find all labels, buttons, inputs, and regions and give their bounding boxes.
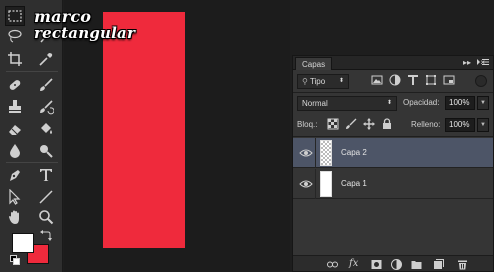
lock-pixels-icon[interactable] [345, 118, 357, 130]
eye-icon[interactable] [299, 179, 313, 189]
layers-panel-header: Capas ▸▸ × [293, 56, 493, 70]
foreground-color-swatch[interactable] [12, 233, 34, 253]
filter-pixel-icon[interactable] [371, 74, 383, 86]
blend-mode-value: Normal [302, 99, 328, 108]
swap-colors-icon[interactable] [40, 229, 52, 241]
filter-type-icon[interactable] [407, 74, 419, 86]
blend-mode-select[interactable]: Normal ⬍ [297, 96, 397, 111]
blend-opacity-row: Normal ⬍ Opacidad: 100% ▼ [297, 95, 491, 111]
fill-label: Relleno: [411, 120, 441, 129]
visibility-separator [315, 169, 316, 199]
marquee-icon[interactable] [5, 6, 25, 26]
tool-separator [6, 71, 58, 72]
eyedropper-icon[interactable] [36, 49, 56, 69]
tool-separator [6, 162, 58, 163]
chevron-updown-icon: ⬍ [338, 78, 344, 84]
layer-thumbnail [320, 171, 332, 197]
eye-icon[interactable] [299, 148, 313, 158]
layers-panel-footer: fx [293, 255, 493, 271]
layer-thumbnail [320, 140, 332, 166]
collapse-panel-button[interactable]: ▸▸ [463, 58, 471, 68]
opacity-label: Opacidad: [403, 98, 440, 107]
opacity-input[interactable]: 100% [445, 96, 475, 110]
lock-position-icon[interactable] [363, 118, 375, 130]
red-rectangle-shape[interactable] [103, 12, 185, 248]
zoom-icon[interactable] [36, 207, 56, 227]
path-select-icon[interactable] [5, 187, 25, 207]
default-colors-icon[interactable] [10, 255, 20, 265]
lock-all-icon[interactable] [381, 118, 393, 130]
healing-icon[interactable] [5, 75, 25, 95]
filter-row: ⚲ Tipo ⬍ [297, 73, 491, 91]
layer-row-capa-2[interactable]: Capa 2 [293, 138, 493, 168]
eraser-icon[interactable] [5, 119, 25, 139]
panel-divider [293, 92, 493, 93]
new-layer-icon[interactable] [433, 259, 444, 270]
layer-row-capa-1[interactable]: Capa 1 [293, 169, 493, 199]
paint-bucket-icon[interactable] [36, 119, 56, 139]
lock-fill-row: Bloq.: Relleno: 100% ▼ [297, 117, 491, 133]
layer-name[interactable]: Capa 1 [341, 178, 367, 190]
layer-style-button[interactable]: fx [349, 258, 358, 269]
layer-name[interactable]: Capa 2 [341, 147, 367, 159]
lasso-icon[interactable] [5, 26, 25, 46]
filter-smart-object-icon[interactable] [443, 74, 455, 86]
blur-icon[interactable] [5, 141, 25, 161]
chevron-down-icon: ▼ [480, 122, 486, 128]
history-brush-icon[interactable] [36, 97, 56, 117]
chevron-updown-icon: ⬍ [386, 100, 392, 106]
fill-dropdown-button[interactable]: ▼ [477, 118, 489, 132]
layers-panel: Capas ▸▸ × ⚲ Tipo ⬍ Normal ⬍ Opacidad: 1… [292, 55, 494, 272]
opacity-dropdown-button[interactable]: ▼ [477, 96, 489, 110]
filter-toggle-switch[interactable] [475, 75, 487, 87]
dodge-icon[interactable] [36, 141, 56, 161]
new-adjustment-layer-icon[interactable] [391, 259, 402, 270]
hand-icon[interactable] [5, 207, 25, 227]
stamp-icon[interactable] [5, 97, 25, 117]
add-mask-icon[interactable] [371, 259, 382, 270]
caption-line-2: rectangular [34, 24, 136, 42]
filter-adjustment-icon[interactable] [389, 74, 401, 86]
panel-menu-icon[interactable] [476, 57, 490, 67]
panel-divider [293, 136, 493, 137]
lock-transparency-icon[interactable] [327, 118, 339, 130]
type-icon[interactable] [36, 165, 56, 185]
filter-kind-label: Tipo [309, 77, 326, 86]
search-icon: ⚲ [302, 77, 310, 86]
link-layers-icon[interactable] [327, 259, 338, 270]
pen-icon[interactable] [5, 165, 25, 185]
brush-icon[interactable] [36, 75, 56, 95]
delete-layer-icon[interactable] [457, 259, 468, 270]
visibility-separator [315, 138, 316, 168]
line-icon[interactable] [36, 187, 56, 207]
lock-label: Bloq.: [297, 120, 318, 129]
filter-shape-icon[interactable] [425, 74, 437, 86]
new-group-icon[interactable] [411, 259, 422, 270]
fill-input[interactable]: 100% [445, 118, 475, 132]
tab-capas[interactable]: Capas [295, 57, 333, 70]
filter-kind-select[interactable]: ⚲ Tipo ⬍ [297, 74, 349, 89]
crop-icon[interactable] [5, 49, 25, 69]
chevron-down-icon: ▼ [480, 100, 486, 106]
